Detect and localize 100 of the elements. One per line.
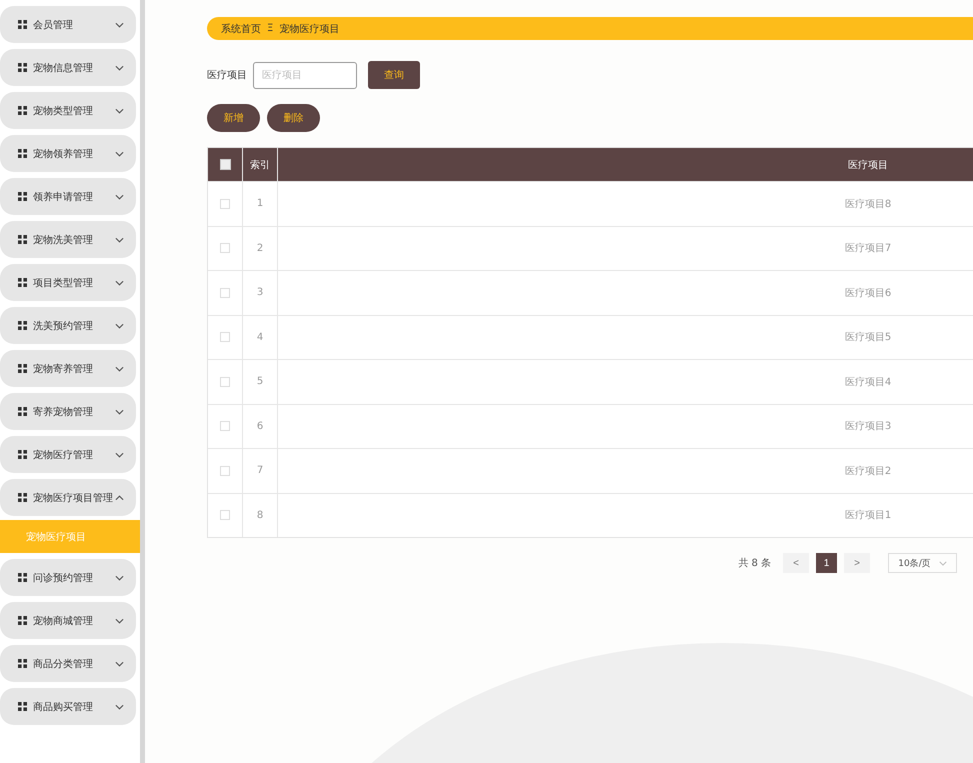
menu-item[interactable]: 宠物信息管理	[0, 49, 136, 86]
grid-icon	[18, 149, 27, 158]
menu-item[interactable]: 宠物商城管理	[0, 602, 136, 639]
row-checkbox[interactable]	[220, 332, 230, 342]
menu-item[interactable]: 宠物医疗管理	[0, 436, 136, 473]
grid-icon	[18, 192, 27, 201]
table-cell: 8	[243, 494, 278, 537]
row-checkbox[interactable]	[220, 376, 230, 387]
chevron-down-icon	[115, 64, 124, 70]
grid-icon	[18, 20, 27, 29]
menu-label: 宠物医疗项目管理	[33, 492, 114, 504]
table-cell-text: 医疗项目5	[844, 330, 892, 344]
chevron-down-icon	[115, 194, 124, 200]
chevron-down-icon	[938, 560, 947, 566]
chevron-down-icon	[115, 366, 124, 372]
table-cell-text: 医疗项目2	[844, 464, 892, 478]
select-all-checkbox[interactable]	[220, 159, 230, 170]
grid-icon	[18, 450, 27, 459]
table-cell-text: 医疗项目6	[844, 286, 892, 300]
menu-label: 宠物领养管理	[33, 148, 94, 160]
header-cell-text: 医疗项目	[847, 158, 889, 172]
page-number[interactable]: 1	[816, 553, 837, 573]
menu-label: 寄养宠物管理	[33, 406, 94, 418]
menu-label: 宠物商城管理	[33, 614, 94, 628]
delete-button[interactable]: 删除	[267, 104, 320, 132]
row-checkbox[interactable]	[220, 421, 230, 432]
chevron-down-icon	[115, 108, 124, 114]
table-cell: 7	[243, 449, 278, 492]
table-cell-text: 医疗项目4	[844, 376, 892, 389]
row-checkbox[interactable]	[220, 466, 230, 476]
total-count: 共 8 条	[738, 556, 771, 570]
table-cell-text: 医疗项目3	[844, 420, 892, 434]
grid-icon	[18, 321, 27, 330]
chevron-down-icon	[115, 452, 124, 458]
chevron-down-icon	[115, 408, 124, 414]
table-cell: 6	[243, 404, 278, 448]
menu-item[interactable]: 宠物洗美管理	[0, 221, 136, 258]
chevron-down-icon	[115, 574, 124, 580]
row-checkbox[interactable]	[220, 288, 230, 298]
table-cell-text: 医疗项目1	[844, 508, 892, 522]
chevron-up-icon	[115, 494, 124, 500]
menu-item[interactable]: 宠物类型管理	[0, 92, 136, 129]
menu-item[interactable]: 项目类型管理	[0, 264, 136, 301]
table-cell: 1	[243, 182, 278, 226]
grid-icon	[18, 573, 27, 582]
menu-label: 宠物类型管理	[33, 104, 94, 118]
grid-icon	[18, 493, 27, 502]
breadcrumb-current: 宠物医疗项目	[279, 22, 340, 36]
menu-label: 商品分类管理	[33, 658, 94, 670]
menu-item[interactable]: 会员管理	[0, 6, 136, 43]
grid-icon	[18, 659, 27, 668]
menu-label: 宠物洗美管理	[33, 234, 94, 246]
menu-label: 洗美预约管理	[33, 320, 94, 332]
menu-label: 领养申请管理	[33, 190, 94, 204]
table-cell: 5	[243, 360, 278, 404]
menu-item[interactable]: 宠物医疗项目管理	[0, 479, 136, 516]
grid-icon	[18, 63, 27, 72]
breadcrumb-home[interactable]: 系统首页	[221, 22, 261, 36]
header-cell: 索引	[243, 148, 278, 181]
chevron-down-icon	[115, 322, 124, 328]
search-field[interactable]: 医疗项目	[253, 62, 357, 88]
menu-item[interactable]: 寄养宠物管理	[0, 393, 136, 430]
breadcrumb-separator: Ξ	[267, 23, 274, 34]
menu-label: 宠物医疗管理	[33, 448, 94, 462]
chevron-down-icon	[115, 236, 124, 242]
menu-item[interactable]: 商品分类管理	[0, 645, 136, 682]
grid-icon	[18, 616, 27, 625]
table-cell: 4	[243, 316, 278, 359]
grid-icon	[18, 278, 27, 287]
search-label: 医疗项目	[207, 68, 247, 82]
menu-label: 宠物寄养管理	[33, 362, 94, 376]
menu-label: 宠物信息管理	[33, 62, 94, 74]
row-checkbox[interactable]	[220, 243, 230, 254]
table-cell-text: 医疗项目8	[844, 198, 892, 211]
grid-icon	[18, 106, 27, 115]
menu-item[interactable]: 宠物寄养管理	[0, 350, 136, 387]
grid-icon	[18, 407, 27, 416]
row-checkbox[interactable]	[220, 510, 230, 520]
chevron-down-icon	[115, 280, 124, 286]
add-button[interactable]: 新增	[207, 104, 260, 132]
chevron-down-icon	[115, 150, 124, 156]
table-cell: 3	[243, 271, 278, 314]
next-page-button[interactable]: >	[844, 553, 870, 573]
chevron-down-icon	[115, 618, 124, 624]
menu-item[interactable]: 洗美预约管理	[0, 307, 136, 344]
row-checkbox[interactable]	[220, 198, 230, 209]
menu-item[interactable]: 宠物领养管理	[0, 135, 136, 172]
chevron-down-icon	[115, 704, 124, 710]
page-size-select[interactable]: 10条/页	[888, 553, 957, 573]
menu-item[interactable]: 领养申请管理	[0, 178, 136, 215]
chevron-down-icon	[115, 660, 124, 666]
menu-label: 商品购买管理	[33, 700, 94, 714]
menu-label: 项目类型管理	[33, 276, 94, 290]
grid-icon	[18, 235, 27, 244]
menu-item[interactable]: 商品购买管理	[0, 688, 136, 725]
prev-page-button[interactable]: <	[783, 553, 809, 573]
menu-item[interactable]: 问诊预约管理	[0, 559, 136, 596]
chevron-down-icon	[115, 22, 124, 28]
search-button[interactable]: 查询	[368, 61, 420, 89]
menu-label: 问诊预约管理	[33, 572, 94, 584]
